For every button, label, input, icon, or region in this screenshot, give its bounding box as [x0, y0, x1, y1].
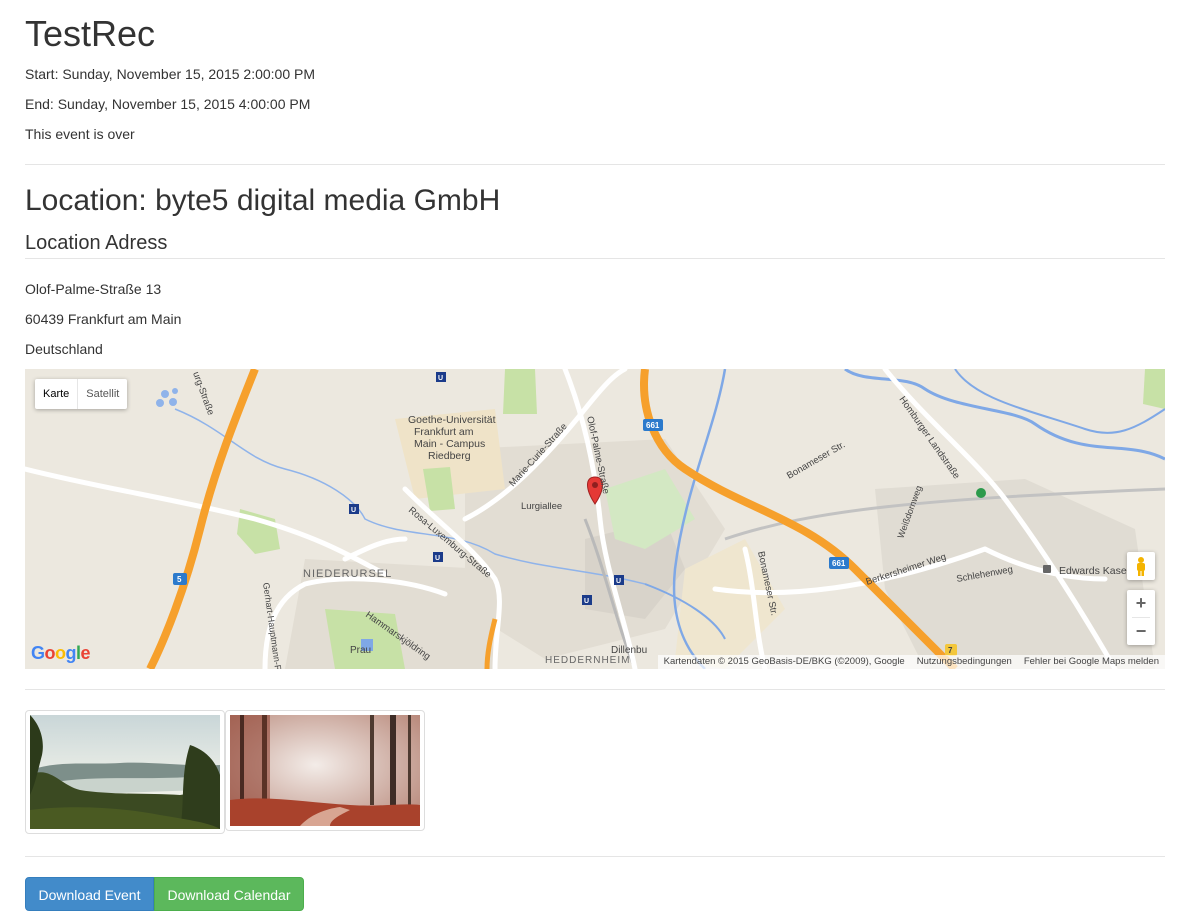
map-label: Goethe-Universität — [408, 414, 496, 426]
address-heading: Location Adress — [25, 232, 168, 254]
svg-text:U: U — [351, 507, 356, 514]
road-shield: 7 — [948, 646, 953, 655]
svg-text:U: U — [616, 578, 621, 585]
zoom-control: + − — [1127, 590, 1155, 645]
location-heading: Location: byte5 digital media GmbH — [25, 184, 501, 217]
event-title: TestRec — [25, 13, 156, 54]
map-attribution: Kartendaten © 2015 GeoBasis-DE/BKG (©200… — [657, 655, 1165, 669]
report-error-link[interactable]: Fehler bei Google Maps melden — [1024, 655, 1159, 669]
map-label: Riedberg — [428, 450, 471, 462]
event-end: End: Sunday, November 15, 2015 4:00:00 P… — [25, 96, 311, 112]
divider — [25, 856, 1165, 857]
map-label: Lurgiallee — [521, 501, 562, 512]
terms-link[interactable]: Nutzungsbedingungen — [917, 655, 1012, 669]
divider — [25, 164, 1165, 165]
map-data-credit: Kartendaten © 2015 GeoBasis-DE/BKG (©200… — [663, 656, 905, 667]
zoom-in-button[interactable]: + — [1127, 590, 1155, 617]
autumn-forest-photo — [230, 715, 420, 826]
road-shield: 5 — [177, 575, 182, 584]
map-canvas[interactable]: U U U U U Goethe-Universität Frankfurt a… — [25, 369, 1165, 669]
map-label: Frankfurt am — [414, 426, 474, 438]
download-calendar-button[interactable]: Download Calendar — [154, 877, 304, 911]
zoom-out-button[interactable]: − — [1127, 618, 1155, 645]
google-logo[interactable]: Google — [31, 643, 91, 664]
gallery-thumbnail-landscape[interactable] — [25, 710, 225, 834]
svg-text:U: U — [438, 375, 443, 382]
event-start: Start: Sunday, November 15, 2015 2:00:00… — [25, 66, 316, 82]
map-label: HEDDERNHEIM — [545, 655, 630, 666]
map-type-karte-button[interactable]: Karte — [35, 379, 77, 409]
map-label: NIEDERURSEL — [303, 568, 392, 580]
location-map[interactable]: U U U U U Goethe-Universität Frankfurt a… — [25, 369, 1165, 669]
map-type-satellit-button[interactable]: Satellit — [77, 379, 127, 409]
street-view-pegman-icon[interactable] — [1127, 552, 1155, 580]
map-type-control: Karte Satellit — [35, 379, 128, 409]
road-shield: 661 — [646, 421, 660, 430]
map-label: Dillenbu — [611, 645, 647, 656]
map-label: Edwards Kase — [1059, 565, 1127, 577]
map-label: Main - Campus — [414, 438, 485, 450]
address-street: Olof-Palme-Straße 13 — [25, 281, 162, 297]
road-shield: 661 — [832, 559, 846, 568]
svg-text:U: U — [584, 598, 589, 605]
svg-text:U: U — [435, 555, 440, 562]
map-label: Prau — [350, 645, 371, 656]
download-event-button[interactable]: Download Event — [25, 877, 154, 911]
address-country: Deutschland — [25, 341, 103, 357]
address-city: 60439 Frankfurt am Main — [25, 311, 182, 327]
divider — [25, 689, 1165, 690]
divider — [25, 258, 1165, 259]
gallery-thumbnail-forest[interactable] — [225, 710, 425, 831]
event-status: This event is over — [25, 126, 135, 142]
landscape-lake-photo — [30, 715, 220, 829]
